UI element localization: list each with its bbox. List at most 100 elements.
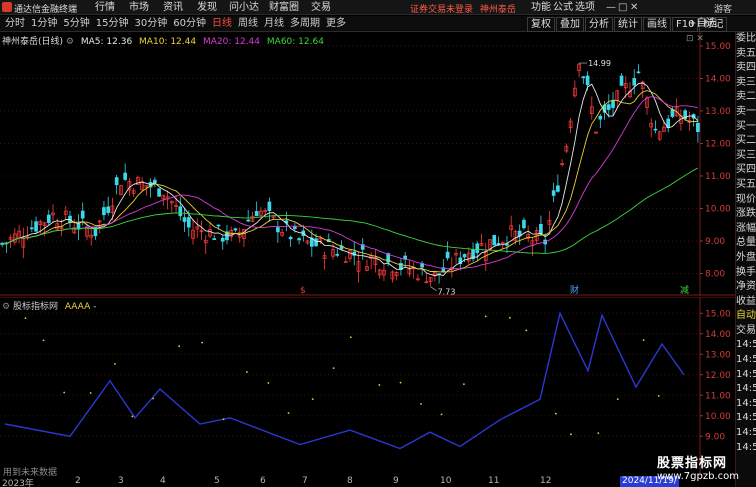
tab-daily[interactable]: 日线	[209, 17, 235, 31]
side-panel-item[interactable]: 卖一	[736, 105, 756, 120]
side-panel-item[interactable]: 自动	[736, 309, 756, 324]
side-panel-item[interactable]: 买三	[736, 149, 756, 164]
indicator-dot	[570, 433, 572, 436]
side-panel-item[interactable]: 14:56	[736, 397, 756, 412]
menu-function[interactable]: 功能	[530, 1, 552, 14]
indicator-dot	[245, 371, 248, 373]
candle-body	[288, 236, 293, 240]
draw-line-button[interactable]: 画线	[643, 17, 671, 32]
side-panel-item[interactable]: 净资	[736, 280, 756, 295]
menu-market[interactable]: 市场	[122, 1, 156, 14]
maximize-button[interactable]: □	[618, 1, 627, 14]
side-panel-item[interactable]: 14:56	[736, 338, 756, 353]
candle-body	[106, 206, 111, 213]
menu-quotes[interactable]: 行情	[88, 1, 122, 14]
side-panel-item[interactable]: 涨跌	[736, 207, 756, 222]
side-panel-item[interactable]: 14:56	[736, 426, 756, 441]
side-panel-item[interactable]: 14:56	[736, 411, 756, 426]
side-panel-item[interactable]: 卖二	[736, 90, 756, 105]
add-watchlist-button[interactable]: +自选	[688, 17, 716, 30]
candle-body	[606, 104, 611, 110]
tab-60min[interactable]: 60分钟	[170, 17, 209, 31]
side-panel-item[interactable]: 卖三	[736, 76, 756, 91]
menu-wealth[interactable]: 财富圈	[264, 1, 304, 14]
y-tick-label: 12.00	[705, 140, 731, 150]
indicator-dot	[484, 315, 487, 318]
y-tick-label: 8.00	[705, 270, 725, 280]
side-panel-item[interactable]: 14:56	[736, 353, 756, 368]
menu-discover[interactable]: 发现	[190, 1, 224, 14]
side-panel-item[interactable]: 涨幅	[736, 222, 756, 237]
indicator-settings-icon[interactable]: ⚙	[2, 302, 10, 312]
side-panel-item[interactable]: 卖四	[736, 61, 756, 76]
side-panel-item[interactable]: 换手	[736, 266, 756, 281]
quote-side-panel[interactable]: 委比 卖五 卖四 卖三 卖二 卖一 买一 买二 买三 买四 买五 现价 涨跌 涨幅 总量 外盘 换手 净资 收益 自动…	[735, 32, 756, 487]
candle-body	[585, 75, 590, 86]
x-tick-label: 2023年	[2, 479, 34, 487]
indicator-dot	[24, 317, 27, 320]
stats-button[interactable]: 统计	[614, 17, 642, 32]
indicator-chart[interactable]: 15.00 14.00 13.00 12.00 11.00 10.00 9.00	[0, 297, 735, 476]
tab-more[interactable]: 更多	[323, 17, 349, 31]
restore-rights-button[interactable]: 复权	[527, 17, 555, 32]
menu-news[interactable]: 资讯	[156, 1, 190, 14]
trade-login-notice[interactable]: 证券交易未登录 神州泰岳	[410, 2, 516, 15]
tab-30min[interactable]: 30分钟	[131, 17, 170, 31]
side-panel-item[interactable]: 买二	[736, 134, 756, 149]
candle-body	[492, 234, 497, 246]
indicator-y-tick-label: 14.00	[705, 330, 731, 340]
side-panel-item[interactable]: 买四	[736, 163, 756, 178]
side-panel-item[interactable]: 14:56	[736, 441, 756, 456]
side-panel-item[interactable]: 现价	[736, 193, 756, 208]
minimize-button[interactable]: —	[606, 1, 616, 14]
tab-multi[interactable]: 多周期	[287, 17, 323, 31]
candle-body	[182, 217, 187, 222]
side-panel-item[interactable]: 外盘	[736, 251, 756, 266]
indicator-dash: -	[93, 302, 97, 312]
close-button[interactable]: ✕	[630, 1, 638, 14]
side-panel-item[interactable]: 14:56	[736, 382, 756, 397]
side-panel-item[interactable]: 买一	[736, 120, 756, 135]
side-panel-item[interactable]: 总量	[736, 236, 756, 251]
guest-label[interactable]: 游客	[714, 2, 732, 15]
candle-body	[551, 190, 556, 196]
candle-body	[462, 254, 467, 258]
tab-monthly[interactable]: 月线	[261, 17, 287, 31]
overlay-button[interactable]: 叠加	[556, 17, 584, 32]
side-panel-item[interactable]: 交易	[736, 324, 756, 339]
panel-close-icon[interactable]: ✕	[696, 34, 704, 44]
side-panel-item[interactable]: 买五	[736, 178, 756, 193]
side-panel-item[interactable]: 14:56	[736, 368, 756, 383]
tab-1min[interactable]: 1分钟	[28, 17, 60, 31]
indicator-y-tick-label: 15.00	[705, 309, 731, 319]
stock-link[interactable]: 神州泰岳	[480, 5, 516, 15]
chart-window-controls: ⊡ ✕	[686, 34, 704, 44]
indicator-dot	[113, 362, 116, 365]
indicator-dot	[399, 381, 402, 384]
indicator-header: ⚙ 股标指标网 AAAA -	[2, 299, 96, 312]
kline-chart[interactable]: 15.00 14.00 13.00 12.00 11.00 10.00 9.00 8.00 1…	[0, 32, 735, 296]
tab-15min[interactable]: 15分钟	[93, 17, 132, 31]
tab-intraday[interactable]: 分时	[2, 17, 28, 31]
app-logo-icon	[2, 2, 12, 12]
indicator-dot	[508, 316, 511, 319]
settings-icon[interactable]: ⚙	[66, 37, 74, 47]
candle-body	[314, 238, 318, 247]
menu-trade[interactable]: 交易	[304, 1, 338, 14]
tab-5min[interactable]: 5分钟	[60, 17, 92, 31]
indicator-dot	[152, 397, 155, 400]
expand-icon[interactable]: ⊡	[686, 34, 694, 44]
menu-formula[interactable]: 公式	[552, 1, 574, 14]
tab-weekly[interactable]: 周线	[235, 17, 261, 31]
side-panel-item[interactable]: 卖五	[736, 47, 756, 62]
side-panel-item[interactable]: 收益	[736, 295, 756, 310]
side-panel-item[interactable]: 委比	[736, 32, 756, 47]
menu-ask[interactable]: 问小达	[224, 1, 264, 14]
menu-options[interactable]: 选项	[574, 1, 596, 14]
high-price-label: 14.99	[588, 59, 611, 68]
analysis-button[interactable]: 分析	[585, 17, 613, 32]
candle-body	[475, 243, 480, 253]
candle-body	[246, 219, 251, 222]
y-tick-label: 13.00	[705, 107, 731, 117]
indicator-y-tick-label: 13.00	[705, 350, 731, 360]
